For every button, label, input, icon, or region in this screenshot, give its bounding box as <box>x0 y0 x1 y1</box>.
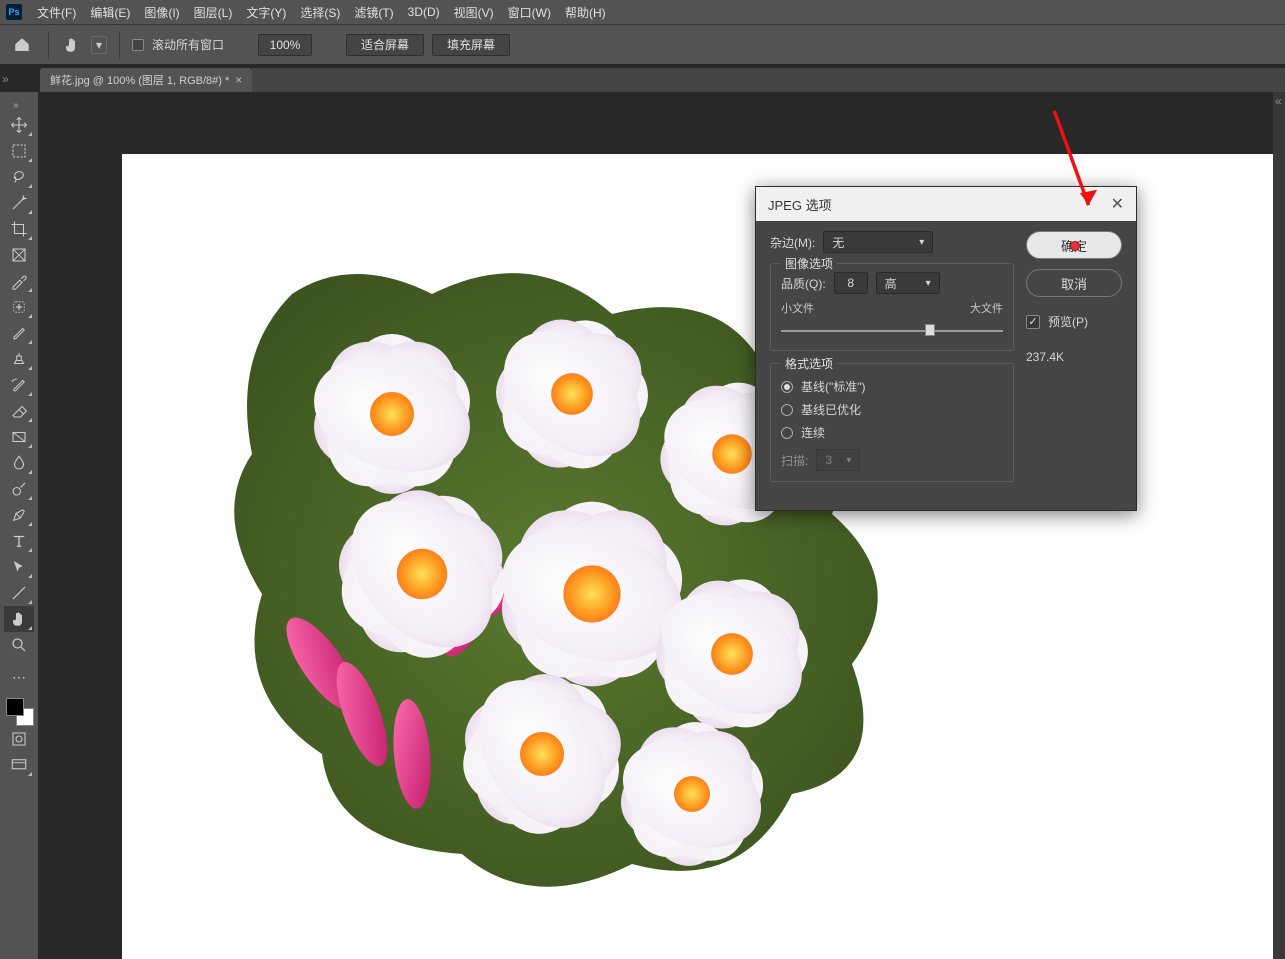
small-file-label: 小文件 <box>781 300 814 316</box>
frame-tool[interactable] <box>4 242 34 268</box>
radio-label: 连续 <box>801 424 825 441</box>
menu-filter[interactable]: 滤镜(T) <box>347 0 400 24</box>
foreground-color-swatch[interactable] <box>6 698 24 716</box>
pen-tool[interactable] <box>4 502 34 528</box>
menu-3d[interactable]: 3D(D) <box>401 0 447 24</box>
preview-label: 预览(P) <box>1048 313 1088 330</box>
close-tab-icon[interactable]: × <box>235 73 242 87</box>
quality-slider[interactable] <box>781 322 1003 340</box>
scroll-all-windows-label: 滚动所有窗口 <box>152 36 224 53</box>
healing-brush-tool[interactable] <box>4 294 34 320</box>
zoom-input[interactable]: 100% <box>258 34 312 56</box>
option-bar: ▾ 滚动所有窗口 100% 适合屏幕 填充屏幕 <box>0 24 1285 64</box>
quick-mask-icon[interactable] <box>4 726 34 752</box>
document-tab[interactable]: 鲜花.jpg @ 100% (图层 1, RGB/8#) * × <box>40 68 252 92</box>
menu-window[interactable]: 窗口(W) <box>501 0 558 24</box>
crop-tool[interactable] <box>4 216 34 242</box>
radio-label: 基线("标准") <box>801 378 866 395</box>
image-options-legend: 图像选项 <box>781 255 837 272</box>
tool-preset-dropdown[interactable]: ▾ <box>91 36 107 54</box>
menu-layer[interactable]: 图层(L) <box>187 0 240 24</box>
history-brush-tool[interactable] <box>4 372 34 398</box>
type-tool[interactable] <box>4 528 34 554</box>
menu-view[interactable]: 视图(V) <box>447 0 501 24</box>
chevron-down-icon: ▾ <box>919 237 924 248</box>
app-icon: Ps <box>6 4 22 20</box>
radio-baseline-standard[interactable]: 基线("标准") <box>781 378 1003 395</box>
close-icon[interactable]: ✕ <box>1111 194 1124 214</box>
eyedropper-tool[interactable] <box>4 268 34 294</box>
scroll-all-windows-checkbox[interactable] <box>132 39 144 51</box>
jpeg-options-dialog: JPEG 选项 ✕ 杂边(M): 无 ▾ 图像选项 品质(Q): 8 高 ▾ <box>755 186 1137 511</box>
toolbar-collapse-icon[interactable]: » <box>2 72 10 92</box>
dialog-title-text: JPEG 选项 <box>768 195 832 214</box>
home-icon[interactable] <box>8 31 36 59</box>
separator <box>119 31 120 59</box>
radio-baseline-optimized[interactable]: 基线已优化 <box>781 401 1003 418</box>
cancel-button-label: 取消 <box>1061 274 1087 293</box>
large-file-label: 大文件 <box>970 300 1003 316</box>
radio-label: 基线已优化 <box>801 401 861 418</box>
chevron-down-icon: ▾ <box>926 278 931 289</box>
gradient-tool[interactable] <box>4 424 34 450</box>
zoom-tool[interactable] <box>4 632 34 658</box>
brush-tool[interactable] <box>4 320 34 346</box>
hand-tool[interactable] <box>4 606 34 632</box>
clone-stamp-tool[interactable] <box>4 346 34 372</box>
path-selection-tool[interactable] <box>4 554 34 580</box>
move-tool[interactable] <box>4 112 34 138</box>
tool-panel: » ⋯ <box>0 92 38 959</box>
radio-icon <box>781 427 793 439</box>
separator <box>48 31 49 59</box>
magic-wand-tool[interactable] <box>4 190 34 216</box>
menu-edit[interactable]: 编辑(E) <box>83 0 137 24</box>
format-options-legend: 格式选项 <box>781 355 837 372</box>
menu-type[interactable]: 文字(Y) <box>239 0 293 24</box>
matte-select[interactable]: 无 ▾ <box>823 231 933 253</box>
quality-preset-select[interactable]: 高 ▾ <box>876 272 940 294</box>
fill-screen-button[interactable]: 填充屏幕 <box>432 34 510 56</box>
quality-label: 品质(Q): <box>781 275 826 292</box>
menu-help[interactable]: 帮助(H) <box>558 0 613 24</box>
dialog-titlebar[interactable]: JPEG 选项 ✕ <box>756 187 1136 221</box>
tool-collapse-icon[interactable]: » <box>13 100 25 108</box>
ok-button[interactable]: 确定 <box>1026 231 1122 259</box>
dodge-tool[interactable] <box>4 476 34 502</box>
blur-tool[interactable] <box>4 450 34 476</box>
radio-progressive[interactable]: 连续 <box>781 424 1003 441</box>
image-options-group: 图像选项 品质(Q): 8 高 ▾ 小文件 大文件 <box>770 263 1014 351</box>
edit-toolbar-icon[interactable]: ⋯ <box>4 664 34 690</box>
menubar: Ps 文件(F) 编辑(E) 图像(I) 图层(L) 文字(Y) 选择(S) 滤… <box>0 0 1285 24</box>
document-tab-strip: 鲜花.jpg @ 100% (图层 1, RGB/8#) * × <box>0 64 1285 92</box>
radio-icon <box>781 381 793 393</box>
format-options-group: 格式选项 基线("标准") 基线已优化 连续 扫描: 3 <box>770 363 1014 482</box>
panel-dock-collapsed[interactable] <box>1273 92 1285 959</box>
chevron-down-icon: ▾ <box>846 455 851 466</box>
matte-value: 无 <box>832 234 844 251</box>
matte-label: 杂边(M): <box>770 234 815 251</box>
quality-preset-value: 高 <box>885 275 897 292</box>
lasso-tool[interactable] <box>4 164 34 190</box>
scans-select: 3 ▾ <box>816 449 860 471</box>
marquee-tool[interactable] <box>4 138 34 164</box>
scans-value: 3 <box>825 453 832 467</box>
filesize-text: 237.4K <box>1026 350 1122 364</box>
tab-strip-bg <box>252 68 1285 92</box>
quality-input[interactable]: 8 <box>834 272 868 294</box>
color-swatches[interactable] <box>4 696 34 726</box>
line-tool[interactable] <box>4 580 34 606</box>
screen-mode-icon[interactable] <box>4 752 34 778</box>
scans-row: 扫描: 3 ▾ <box>781 449 1003 471</box>
menu-select[interactable]: 选择(S) <box>293 0 347 24</box>
cancel-button[interactable]: 取消 <box>1026 269 1122 297</box>
hand-tool-icon <box>61 34 83 56</box>
preview-checkbox[interactable] <box>1026 315 1040 329</box>
eraser-tool[interactable] <box>4 398 34 424</box>
menu-file[interactable]: 文件(F) <box>30 0 83 24</box>
fit-screen-button[interactable]: 适合屏幕 <box>346 34 424 56</box>
document-tab-title: 鲜花.jpg @ 100% (图层 1, RGB/8#) * <box>50 72 229 88</box>
radio-icon <box>781 404 793 416</box>
menu-image[interactable]: 图像(I) <box>137 0 186 24</box>
scans-label: 扫描: <box>781 452 808 469</box>
